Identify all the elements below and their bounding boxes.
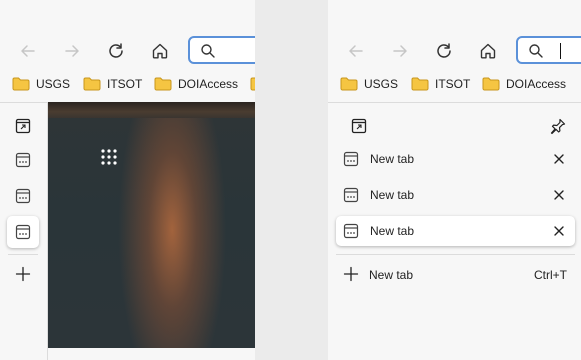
sidebar-tab-2[interactable] xyxy=(7,180,39,212)
tab-icon xyxy=(15,224,31,240)
sidebar-tab-1[interactable] xyxy=(7,144,39,176)
folder-icon xyxy=(411,76,429,92)
address-bar[interactable] xyxy=(516,36,581,64)
divider xyxy=(328,102,581,103)
back-button[interactable] xyxy=(342,37,370,65)
folder-icon xyxy=(482,76,500,92)
new-tab-button[interactable]: New tab Ctrl+T xyxy=(336,262,575,288)
refresh-button[interactable] xyxy=(102,37,130,65)
tab-icon xyxy=(343,223,359,239)
close-icon[interactable] xyxy=(552,152,566,166)
tab-icon xyxy=(343,187,359,203)
bookmark-itsot[interactable]: ITSOT xyxy=(83,74,142,94)
plus-icon xyxy=(343,266,359,282)
bookmark-usgs[interactable]: USGS xyxy=(12,74,70,94)
pin-icon xyxy=(549,117,567,135)
bookmark-label: USGS xyxy=(36,77,71,91)
divider xyxy=(336,254,575,255)
tab-actions-button[interactable] xyxy=(7,110,39,142)
close-icon[interactable] xyxy=(552,188,566,202)
arrow-left-icon xyxy=(347,42,365,60)
folder-icon xyxy=(12,76,30,92)
arrow-right-icon xyxy=(391,42,409,60)
refresh-icon xyxy=(107,42,125,60)
tab-actions-icon xyxy=(351,118,367,134)
divider xyxy=(0,102,48,103)
keyboard-shortcut: Ctrl+T xyxy=(534,268,567,282)
tab-icon xyxy=(15,188,31,204)
plus-icon xyxy=(15,266,31,282)
home-icon xyxy=(479,42,497,60)
image-horizon xyxy=(48,102,255,118)
forward-button[interactable] xyxy=(58,37,86,65)
vertical-tab-3-active[interactable]: New tab xyxy=(336,216,575,246)
vertical-tab-2[interactable]: New tab xyxy=(336,180,575,210)
text-caret xyxy=(560,43,561,59)
bookmark-label: ITSOT xyxy=(435,77,471,91)
browser-window-left: USGS ITSOT DOIAccess xyxy=(0,0,255,360)
refresh-icon xyxy=(435,42,453,60)
forward-button[interactable] xyxy=(386,37,414,65)
address-bar[interactable] xyxy=(188,36,255,64)
window-gap xyxy=(255,0,328,360)
search-icon xyxy=(200,43,216,59)
bookmark-doiaccess[interactable]: DOIAccess xyxy=(482,74,566,94)
arrow-right-icon xyxy=(63,42,81,60)
new-tab-label: New tab xyxy=(369,268,414,282)
tab-title: New tab xyxy=(370,224,415,238)
home-button[interactable] xyxy=(146,37,174,65)
refresh-button[interactable] xyxy=(430,37,458,65)
folder-icon xyxy=(340,76,358,92)
new-tab-button[interactable] xyxy=(7,258,39,290)
bookmark-label: DOIAccess xyxy=(178,77,239,91)
arrow-left-icon xyxy=(19,42,37,60)
tab-actions-icon xyxy=(15,118,31,134)
search-icon xyxy=(528,43,544,59)
folder-icon xyxy=(154,76,172,92)
folder-icon xyxy=(83,76,101,92)
sidebar-tab-3-active[interactable] xyxy=(7,216,39,248)
tab-title: New tab xyxy=(370,152,415,166)
bookmark-itsot[interactable]: ITSOT xyxy=(411,74,470,94)
divider xyxy=(8,254,38,255)
bookmark-label: ITSOT xyxy=(107,77,143,91)
vertical-tab-1[interactable]: New tab xyxy=(336,144,575,174)
home-icon xyxy=(151,42,169,60)
home-button[interactable] xyxy=(474,37,502,65)
bookmark-usgs[interactable]: USGS xyxy=(340,74,398,94)
tab-actions-button[interactable] xyxy=(343,110,375,142)
close-icon[interactable] xyxy=(552,224,566,238)
tab-icon xyxy=(15,152,31,168)
bookmark-label: USGS xyxy=(364,77,399,91)
bookmark-doiaccess[interactable]: DOIAccess xyxy=(154,74,238,94)
back-button[interactable] xyxy=(14,37,42,65)
browser-window-right: USGS ITSOT DOIAccess New tab New tab New… xyxy=(328,0,581,360)
bookmark-label: DOIAccess xyxy=(506,77,567,91)
apps-launcher-icon[interactable] xyxy=(100,148,118,171)
tab-icon xyxy=(343,151,359,167)
pin-pane-button[interactable] xyxy=(542,110,574,142)
page-background-image xyxy=(48,102,255,348)
tab-title: New tab xyxy=(370,188,415,202)
